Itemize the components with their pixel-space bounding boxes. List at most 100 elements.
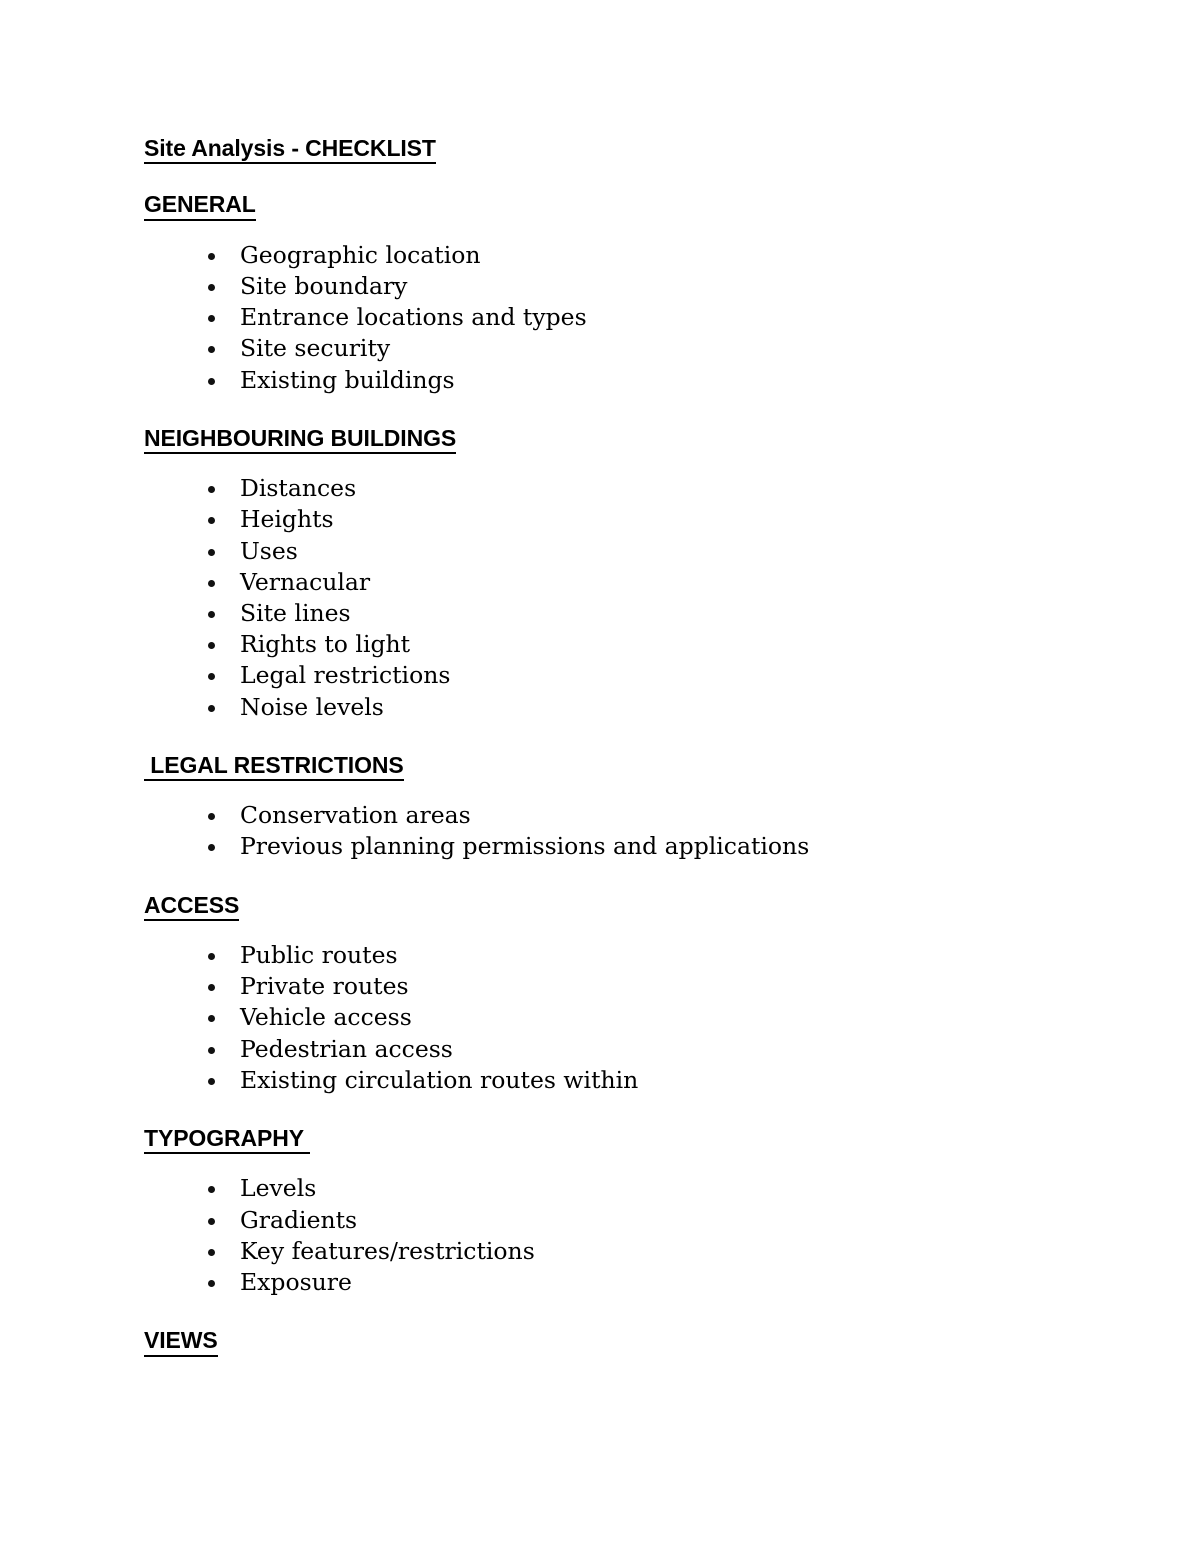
list-item: Uses xyxy=(144,536,1064,567)
list-item: Site lines xyxy=(144,598,1064,629)
bullet-dot-icon xyxy=(208,567,218,598)
list-item: Vehicle access xyxy=(144,1002,1064,1033)
list-item: Existing buildings xyxy=(144,365,1064,396)
section-heading-access-text: ACCESS xyxy=(144,892,239,921)
list-item-label: Vernacular xyxy=(240,567,371,596)
section-heading-neighbouring-buildings-text: NEIGHBOURING BUILDINGS xyxy=(144,425,456,455)
section-heading-views-text: VIEWS xyxy=(144,1328,218,1357)
list-item: Distances xyxy=(144,473,1064,504)
bullet-dot-icon xyxy=(208,1002,218,1033)
section-heading-legal-restrictions-text: LEGAL RESTRICTIONS xyxy=(144,752,404,782)
bullet-dot-icon xyxy=(208,800,218,831)
list-item-label: Exposure xyxy=(240,1267,352,1296)
bullet-dot-icon xyxy=(208,971,218,1002)
bullet-dot-icon xyxy=(208,365,218,396)
list-item: Site boundary xyxy=(144,271,1064,302)
list-item-label: Uses xyxy=(240,536,298,565)
list-item: Exposure xyxy=(144,1267,1064,1298)
list-item-label: Private routes xyxy=(240,972,409,1001)
bullet-dot-icon xyxy=(208,1065,218,1096)
list-item-label: Entrance locations and types xyxy=(240,303,587,332)
list-item-label: Rights to light xyxy=(240,630,411,659)
list-item-label: Existing circulation routes within xyxy=(240,1065,639,1094)
bullet-dot-icon xyxy=(208,1267,218,1298)
bullet-dot-icon xyxy=(208,598,218,629)
section-heading-general-text: GENERAL xyxy=(144,192,256,221)
list-item: Vernacular xyxy=(144,567,1064,598)
bullet-dot-icon xyxy=(208,1236,218,1267)
list-item: Geographic location xyxy=(144,240,1064,271)
list-item: Public routes xyxy=(144,940,1064,971)
section-heading-typography-text: TYPOGRAPHY xyxy=(144,1126,310,1155)
bullet-dot-icon xyxy=(208,333,218,364)
list-item-label: Geographic location xyxy=(240,240,481,269)
list-item-label: Site lines xyxy=(240,598,351,627)
list-item: Noise levels xyxy=(144,692,1064,723)
checklist-access: Public routes Private routes Vehicle acc… xyxy=(144,940,1064,1096)
checklist-legal-restrictions: Conservation areas Previous planning per… xyxy=(144,800,1064,862)
list-item-label: Gradients xyxy=(240,1205,358,1234)
checklist-neighbouring-buildings: Distances Heights Uses Vernacular Site l… xyxy=(144,473,1064,723)
document-body: Site Analysis - CHECKLIST GENERAL Geogra… xyxy=(144,136,1064,1357)
list-item: Private routes xyxy=(144,971,1064,1002)
list-item-label: Key features/restrictions xyxy=(240,1236,535,1265)
page-title-text: Site Analysis - CHECKLIST xyxy=(144,136,436,165)
bullet-dot-icon xyxy=(208,1205,218,1236)
document-page: Site Analysis - CHECKLIST GENERAL Geogra… xyxy=(0,0,1200,1553)
checklist-typography: Levels Gradients Key features/restrictio… xyxy=(144,1173,1064,1298)
bullet-dot-icon xyxy=(208,271,218,302)
list-item-label: Existing buildings xyxy=(240,365,455,394)
list-item-label: Pedestrian access xyxy=(240,1034,453,1063)
page-title: Site Analysis - CHECKLIST xyxy=(144,136,1064,165)
list-item: Key features/restrictions xyxy=(144,1236,1064,1267)
bullet-dot-icon xyxy=(208,940,218,971)
bullet-dot-icon xyxy=(208,504,218,535)
list-item: Rights to light xyxy=(144,629,1064,660)
list-item-label: Levels xyxy=(240,1174,317,1203)
list-item: Existing circulation routes within xyxy=(144,1065,1064,1096)
bullet-dot-icon xyxy=(208,692,218,723)
bullet-dot-icon xyxy=(208,660,218,691)
list-item-label: Site security xyxy=(240,334,391,363)
bullet-dot-icon xyxy=(208,302,218,333)
list-item-label: Conservation areas xyxy=(240,801,471,830)
list-item-label: Legal restrictions xyxy=(240,661,451,690)
list-item: Conservation areas xyxy=(144,800,1064,831)
list-item-label: Noise levels xyxy=(240,692,384,721)
section-heading-typography: TYPOGRAPHY xyxy=(144,1126,1064,1155)
list-item-label: Site boundary xyxy=(240,271,408,300)
list-item: Legal restrictions xyxy=(144,660,1064,691)
section-heading-access: ACCESS xyxy=(144,892,1064,921)
list-item: Gradients xyxy=(144,1205,1064,1236)
bullet-dot-icon xyxy=(208,831,218,862)
list-item-label: Heights xyxy=(240,505,334,534)
section-heading-legal-restrictions: LEGAL RESTRICTIONS xyxy=(144,752,1064,782)
list-item: Site security xyxy=(144,333,1064,364)
list-item-label: Public routes xyxy=(240,940,398,969)
section-heading-neighbouring-buildings: NEIGHBOURING BUILDINGS xyxy=(144,425,1064,455)
bullet-dot-icon xyxy=(208,473,218,504)
list-item-label: Previous planning permissions and applic… xyxy=(240,832,810,861)
list-item-label: Distances xyxy=(240,474,357,503)
list-item-label: Vehicle access xyxy=(240,1003,412,1032)
list-item: Heights xyxy=(144,504,1064,535)
section-heading-views: VIEWS xyxy=(144,1328,1064,1357)
section-heading-general: GENERAL xyxy=(144,192,1064,221)
bullet-dot-icon xyxy=(208,536,218,567)
bullet-dot-icon xyxy=(208,1173,218,1204)
list-item: Previous planning permissions and applic… xyxy=(144,831,1064,862)
bullet-dot-icon xyxy=(208,629,218,660)
list-item: Pedestrian access xyxy=(144,1034,1064,1065)
list-item: Entrance locations and types xyxy=(144,302,1064,333)
bullet-dot-icon xyxy=(208,1034,218,1065)
